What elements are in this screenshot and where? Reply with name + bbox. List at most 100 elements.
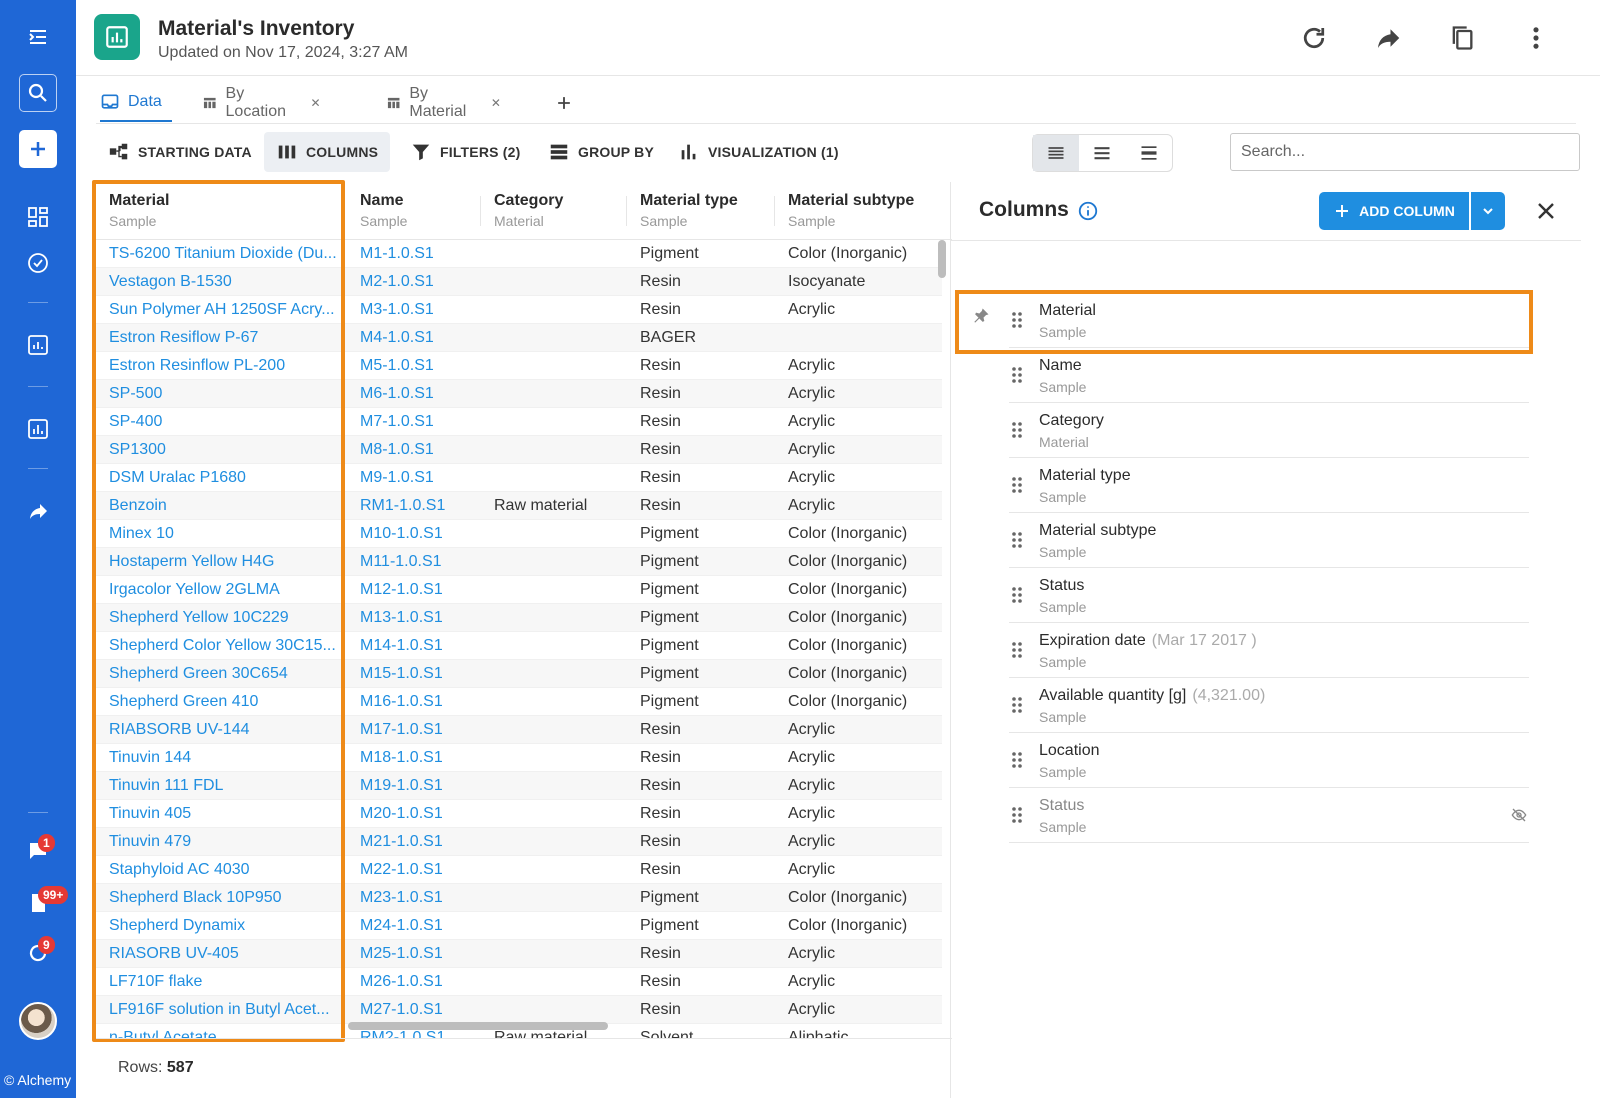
column-list-item[interactable]: Status Sample <box>1009 787 1529 843</box>
column-list-item[interactable]: Expiration date (Mar 17 2017 ) Sample <box>1009 622 1529 678</box>
cell-material[interactable]: SP-500 <box>109 385 339 403</box>
cell-material[interactable]: Shepherd Green 410 <box>109 693 339 711</box>
table-row[interactable]: Shepherd Green 410 M16-1.0.S1 Pigment Color… <box>96 688 942 716</box>
cell-material[interactable]: Tinuvin 479 <box>109 833 339 851</box>
column-list-item[interactable]: Category Material <box>1009 402 1529 458</box>
table-row[interactable]: Sun Polymer AH 1250SF Acry... M3-1.0.S1 Re… <box>96 296 942 324</box>
cell-material[interactable]: Estron Resiflow P-67 <box>109 329 339 347</box>
cell-name[interactable]: M18-1.0.S1 <box>360 749 488 767</box>
column-list-item[interactable]: Material subtype Sample <box>1009 512 1529 568</box>
cell-material[interactable]: Tinuvin 111 FDL <box>109 777 339 795</box>
table-row[interactable]: Estron Resinflow PL-200 M5-1.0.S1 Resin Acr… <box>96 352 942 380</box>
table-row[interactable]: RIABSORB UV-144 M17-1.0.S1 Resin Acrylic <box>96 716 942 744</box>
drag-handle-icon[interactable] <box>1009 530 1025 550</box>
cell-name[interactable]: M15-1.0.S1 <box>360 665 488 683</box>
group-by-button[interactable]: GROUP BY <box>536 132 666 172</box>
cell-material[interactable]: Minex 10 <box>109 525 339 543</box>
cell-name[interactable]: M4-1.0.S1 <box>360 329 488 347</box>
copy-icon[interactable] <box>1444 20 1480 56</box>
cell-name[interactable]: M3-1.0.S1 <box>360 301 488 319</box>
table-row[interactable]: Shepherd Color Yellow 30C15... M14-1.0.S1… <box>96 632 942 660</box>
cell-name[interactable]: M21-1.0.S1 <box>360 833 488 851</box>
table-row[interactable]: Shepherd Black 10P950 M23-1.0.S1 Pigment Co… <box>96 884 942 912</box>
cell-material[interactable]: Benzoin <box>109 497 339 515</box>
drag-handle-icon[interactable] <box>1009 695 1025 715</box>
drag-handle-icon[interactable] <box>1009 805 1025 825</box>
cell-name[interactable]: M20-1.0.S1 <box>360 805 488 823</box>
refresh-icon[interactable] <box>1296 20 1332 56</box>
cell-name[interactable]: M13-1.0.S1 <box>360 609 488 627</box>
column-header-category[interactable]: Category Material <box>494 192 563 229</box>
cell-name[interactable]: M14-1.0.S1 <box>360 637 488 655</box>
table-row[interactable]: DSM Uralac P1680 M9-1.0.S1 Resin Acrylic <box>96 464 942 492</box>
cell-name[interactable]: M16-1.0.S1 <box>360 693 488 711</box>
cell-material[interactable]: Sun Polymer AH 1250SF Acry... <box>109 301 339 319</box>
cell-name[interactable]: M25-1.0.S1 <box>360 945 488 963</box>
table-row[interactable]: Vestagon B-1530 M2-1.0.S1 Resin Isocyanate <box>96 268 942 296</box>
cell-material[interactable]: Staphyloid AC 4030 <box>109 861 339 879</box>
table-row[interactable]: Staphyloid AC 4030 M22-1.0.S1 Resin Acrylic <box>96 856 942 884</box>
cell-material[interactable]: RIASORB UV-405 <box>109 945 339 963</box>
table-row[interactable]: Hostaperm Yellow H4G M11-1.0.S1 Pigment Col… <box>96 548 942 576</box>
starting-data-button[interactable]: STARTING DATA <box>96 132 264 172</box>
add-column-dropdown[interactable] <box>1471 192 1505 230</box>
visualization-button[interactable]: VISUALIZATION (1) <box>666 132 851 172</box>
cell-name[interactable]: M23-1.0.S1 <box>360 889 488 907</box>
cell-name[interactable]: M11-1.0.S1 <box>360 553 488 571</box>
column-header-material[interactable]: Material Sample <box>109 192 169 229</box>
cell-material[interactable]: Tinuvin 144 <box>109 749 339 767</box>
analytics-icon[interactable] <box>19 410 57 448</box>
drag-handle-icon[interactable] <box>1009 420 1025 440</box>
pin-icon[interactable] <box>971 306 991 326</box>
table-row[interactable]: Tinuvin 479 M21-1.0.S1 Resin Acrylic <box>96 828 942 856</box>
cell-name[interactable]: M5-1.0.S1 <box>360 357 488 375</box>
cell-material[interactable]: Shepherd Black 10P950 <box>109 889 339 907</box>
table-row[interactable]: SP-400 M7-1.0.S1 Resin Acrylic <box>96 408 942 436</box>
share-icon[interactable] <box>19 492 57 530</box>
column-list-item[interactable]: Available quantity [g] (4,321.00) Sample <box>1009 677 1529 733</box>
column-list-item[interactable]: Material Sample <box>1009 292 1529 348</box>
columns-button[interactable]: COLUMNS <box>264 132 391 172</box>
cell-name[interactable]: RM1-1.0.S1 <box>360 497 488 515</box>
tasks-check-icon[interactable] <box>19 244 57 282</box>
cell-material[interactable]: Hostaperm Yellow H4G <box>109 553 339 571</box>
tab-by-material[interactable]: By Material ✕ <box>386 84 501 122</box>
drag-handle-icon[interactable] <box>1009 475 1025 495</box>
table-row[interactable]: Benzoin RM1-1.0.S1 Raw material Resin Acryli… <box>96 492 942 520</box>
density-compact-icon[interactable] <box>1033 135 1080 171</box>
search-input[interactable] <box>1230 133 1580 171</box>
add-tab-button[interactable] <box>554 84 574 122</box>
table-row[interactable]: SP1300 M8-1.0.S1 Resin Acrylic <box>96 436 942 464</box>
drag-handle-icon[interactable] <box>1009 750 1025 770</box>
column-header-material-subtype[interactable]: Material subtype Sample <box>788 192 914 229</box>
dashboard-icon[interactable] <box>19 198 57 236</box>
cell-material[interactable]: Tinuvin 405 <box>109 805 339 823</box>
filters-button[interactable]: FILTERS (2) <box>398 132 533 172</box>
cell-material[interactable]: Estron Resinflow PL-200 <box>109 357 339 375</box>
table-row[interactable]: RIASORB UV-405 M25-1.0.S1 Resin Acrylic <box>96 940 942 968</box>
close-icon[interactable]: ✕ <box>310 96 320 110</box>
tab-data[interactable]: Data <box>100 84 172 122</box>
cell-name[interactable]: M26-1.0.S1 <box>360 973 488 991</box>
add-icon[interactable] <box>19 130 57 168</box>
cell-name[interactable]: M27-1.0.S1 <box>360 1001 488 1019</box>
drag-handle-icon[interactable] <box>1009 640 1025 660</box>
table-row[interactable]: Shepherd Green 30C654 M15-1.0.S1 Pigment Co… <box>96 660 942 688</box>
column-list-item[interactable]: Material type Sample <box>1009 457 1529 513</box>
cell-material[interactable]: n-Butyl Acetate <box>109 1029 339 1039</box>
cell-material[interactable]: Shepherd Yellow 10C229 <box>109 609 339 627</box>
close-panel-icon[interactable] <box>1531 196 1561 226</box>
cell-material[interactable]: RIABSORB UV-144 <box>109 721 339 739</box>
cell-name[interactable]: M12-1.0.S1 <box>360 581 488 599</box>
search-icon[interactable] <box>19 74 57 112</box>
table-row[interactable]: Shepherd Dynamix M24-1.0.S1 Pigment Color (… <box>96 912 942 940</box>
table-row[interactable]: Tinuvin 111 FDL M19-1.0.S1 Resin Acrylic <box>96 772 942 800</box>
density-comfortable-icon[interactable] <box>1126 135 1172 171</box>
column-header-material-type[interactable]: Material type Sample <box>640 192 738 229</box>
table-row[interactable]: LF916F solution in Butyl Acet... M27-1.0.… <box>96 996 942 1024</box>
table-row[interactable]: Irgacolor Yellow 2GLMA M12-1.0.S1 Pigment C… <box>96 576 942 604</box>
drag-handle-icon[interactable] <box>1009 310 1025 330</box>
cell-material[interactable]: LF916F solution in Butyl Acet... <box>109 1001 339 1019</box>
column-header-name[interactable]: Name Sample <box>360 192 407 229</box>
cell-name[interactable]: M10-1.0.S1 <box>360 525 488 543</box>
